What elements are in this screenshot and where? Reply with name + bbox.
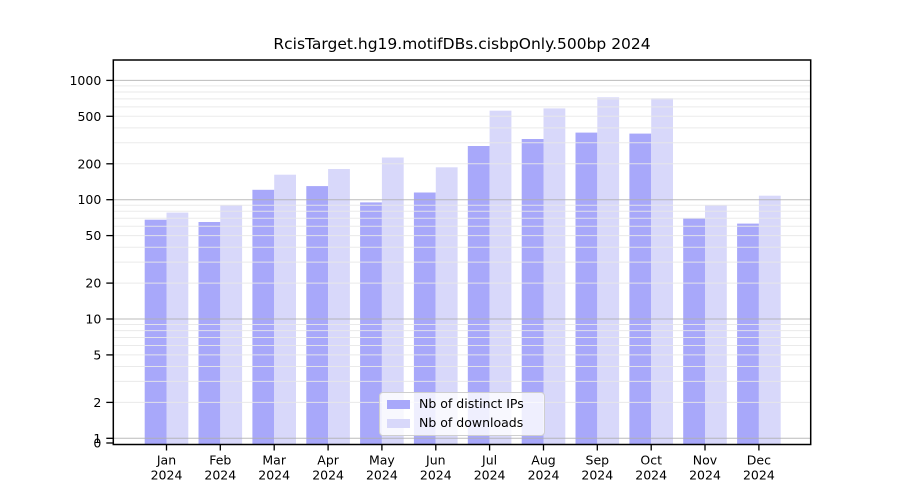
x-tick-label-year: 2024 (312, 468, 344, 483)
x-tick-label-year: 2024 (528, 468, 560, 483)
x-tick-label-year: 2024 (743, 468, 775, 483)
x-tick-label-year: 2024 (204, 468, 236, 483)
bar-distinct-ips-oct (629, 134, 651, 445)
bar-distinct-ips-sep (576, 133, 598, 445)
x-tick-label-month: Jul (481, 453, 497, 468)
x-tick-label-year: 2024 (420, 468, 452, 483)
x-tick-label-month: Oct (640, 453, 662, 468)
bar-distinct-ips-apr (306, 186, 328, 444)
x-tick-label-year: 2024 (581, 468, 613, 483)
x-tick-label-month: Dec (747, 453, 771, 468)
y-tick-label: 20 (85, 276, 101, 291)
bar-distinct-ips-dec (737, 224, 759, 445)
x-tick-label-month: Sep (586, 453, 610, 468)
y-tick-label: 10 (85, 312, 101, 327)
bar-downloads-aug (544, 108, 566, 444)
y-tick-label: 0 (93, 436, 101, 451)
bar-downloads-oct (651, 98, 673, 444)
legend-label-downloads: Nb of downloads (419, 417, 523, 430)
legend-row-downloads: Nb of downloads (387, 414, 537, 432)
x-tick-label-month: Feb (209, 453, 231, 468)
y-tick-label: 1000 (69, 73, 101, 88)
legend-swatch-distinct-ips (387, 400, 410, 409)
bar-downloads-dec (759, 196, 781, 445)
bar-distinct-ips-feb (199, 222, 221, 445)
x-tick-label-year: 2024 (151, 468, 183, 483)
y-tick-label: 500 (77, 109, 101, 124)
bar-distinct-ips-nov (683, 218, 705, 444)
x-tick-label-month: Apr (317, 453, 339, 468)
x-tick-label-month: Aug (531, 453, 555, 468)
x-tick-label-year: 2024 (366, 468, 398, 483)
y-tick-label: 200 (77, 156, 101, 171)
x-tick-label-month: Jan (156, 453, 176, 468)
y-tick-label: 5 (93, 347, 101, 362)
bar-downloads-apr (328, 169, 350, 445)
bar-downloads-mar (274, 175, 296, 445)
legend-row-distinct-ips: Nb of distinct IPs (387, 396, 537, 414)
y-tick-label: 2 (93, 395, 101, 410)
x-tick-label-year: 2024 (258, 468, 290, 483)
x-tick-label-month: Nov (693, 453, 718, 468)
x-tick-label-month: Jun (425, 453, 446, 468)
x-tick-label-month: May (369, 453, 395, 468)
legend-swatch-downloads (387, 419, 410, 428)
x-tick-label-year: 2024 (689, 468, 721, 483)
x-tick-label-month: Mar (262, 453, 286, 468)
figure: RcisTarget.hg19.motifDBs.cisbpOnly.500bp… (0, 0, 900, 500)
legend-label-distinct-ips: Nb of distinct IPs (419, 398, 524, 411)
x-tick-label-year: 2024 (474, 468, 506, 483)
bar-distinct-ips-jan (145, 220, 167, 445)
bar-distinct-ips-mar (252, 190, 274, 445)
y-tick-label: 100 (77, 192, 101, 207)
y-tick-label: 50 (85, 228, 101, 243)
x-tick-label-year: 2024 (635, 468, 667, 483)
legend: Nb of distinct IPs Nb of downloads (379, 392, 545, 436)
bar-downloads-sep (597, 97, 619, 444)
